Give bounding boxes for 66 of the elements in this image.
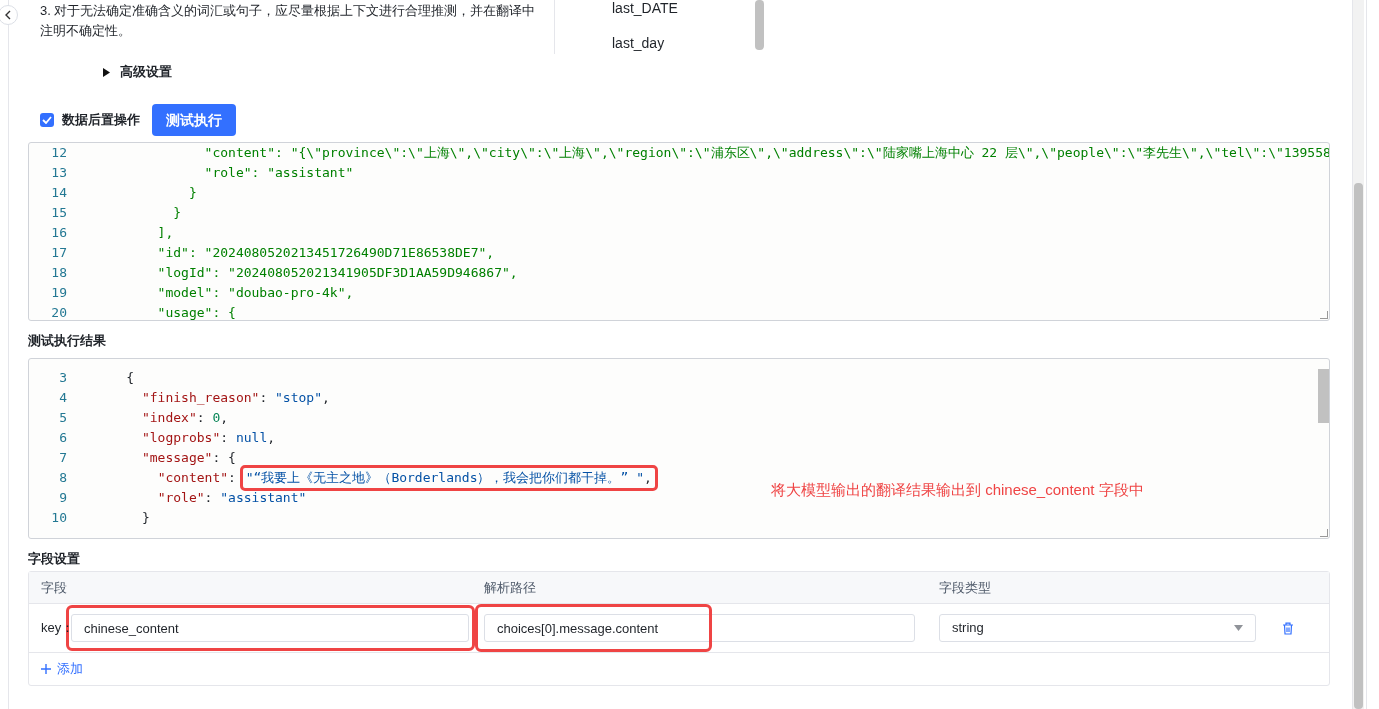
code-text: "role": "assistant" [203,164,354,183]
annotation-text: 将大模型输出的翻译结果输出到 chinese_content 字段中 [771,480,1144,500]
code-text: "index": 0, [140,409,229,428]
caret-icon [1234,625,1243,631]
code-text: } [187,184,197,203]
column-header: 解析路径 [484,578,537,597]
code-text: } [172,204,182,223]
column-header: 字段 [40,578,68,597]
run-button[interactable]: 测试执行 [152,104,236,136]
section-title: 测试执行结果 [28,332,107,350]
trash-icon [1282,621,1294,635]
line-number: 19 [50,284,67,303]
scrollbar-thumb[interactable] [1318,369,1329,423]
line-number: 14 [50,184,67,203]
plus-icon [41,664,51,674]
expand-toggle[interactable]: 高级设置 [102,63,1330,81]
collapse-button[interactable] [0,5,18,25]
line-number: 8 [58,469,67,488]
code-text: ], [156,224,174,243]
chevron-left-icon [4,10,12,20]
line-number: 12 [50,144,67,163]
key-field[interactable]: chinese_content [71,614,469,642]
type-select[interactable]: string [939,614,1256,642]
line-number: 13 [50,164,67,183]
code-text: "model": "doubao-pro-4k", [156,284,354,303]
section-title: 字段设置 [28,550,81,568]
scrollbar-thumb[interactable] [1354,183,1363,709]
line-number: 20 [50,304,67,320]
code-text: "content": "{\"province\":\"上海\",\"city\":\"上海\",\"region\":\"浦东区\",\"address\":\"陆家嘴上海中心 22 层\",\"people\":\"李先生\",\"tel\":\"139558 [203,144,1329,163]
code-text: "id": "2024080520213451726490D71E86538DE7", [156,244,495,263]
instruction-text: 3. 对于无法确定准确含义的词汇或句子，应尽量根据上下文进行合理推测，并在翻译中注明不确定性。 [40,2,537,40]
field-label: key： [41,619,74,638]
code-editor[interactable] [28,142,1330,321]
line-number: 10 [50,509,67,528]
code-text: "finish_reason": "stop", [140,389,330,408]
code-editor[interactable]: 3 { 4 "finish_reason": "stop", 5 "index": 0, 6 "logprobs": null, 7 "message": { 8 "content": "“我要上《无主之地》（Borderlands），我会把你们都干掉。” ", 9 "role": "assistant" 10 } 将大模型输出的翻译结果输出到 chinese_content 字段中 [28,358,1330,539]
highlighted-code-text: "“我要上《无主之地》（Borderlands），我会把你们都干掉。” ", [239,465,658,491]
code-text: "logId": "202408052021341905DF3D1AA59D946867", [156,264,518,283]
delete-button[interactable] [1280,620,1296,636]
code-text: } [140,509,150,528]
line-number: 16 [50,224,67,243]
add-button[interactable]: 添加 [29,653,1329,685]
line-number: 15 [50,204,67,223]
code-text: "logprobs": null, [140,429,276,448]
code-text: { [125,369,135,388]
resize-handle[interactable] [1320,529,1328,537]
column-header: 字段类型 [939,578,992,597]
line-number: 17 [50,244,67,263]
scrollbar-thumb[interactable] [755,0,764,50]
path-field[interactable]: choices[0].message.content [484,614,915,642]
list-item[interactable]: last_day [612,26,755,54]
checkbox[interactable] [40,113,54,127]
line-number: 18 [50,264,67,283]
code-text: "message": { [140,449,236,468]
checkbox-label: 数据后置操作 [62,111,140,130]
line-number: 3 [58,369,67,388]
code-text: "usage": { [156,304,236,320]
code-text: "role": "assistant" [156,489,307,508]
resize-handle[interactable] [1320,311,1328,319]
line-number: 9 [58,489,67,508]
line-number: 6 [58,429,67,448]
list-item[interactable]: last_DATE [612,0,755,27]
line-number: 4 [58,389,67,408]
line-number: 7 [58,449,67,468]
line-number: 5 [58,409,67,428]
code-text: "content": [156,469,237,488]
